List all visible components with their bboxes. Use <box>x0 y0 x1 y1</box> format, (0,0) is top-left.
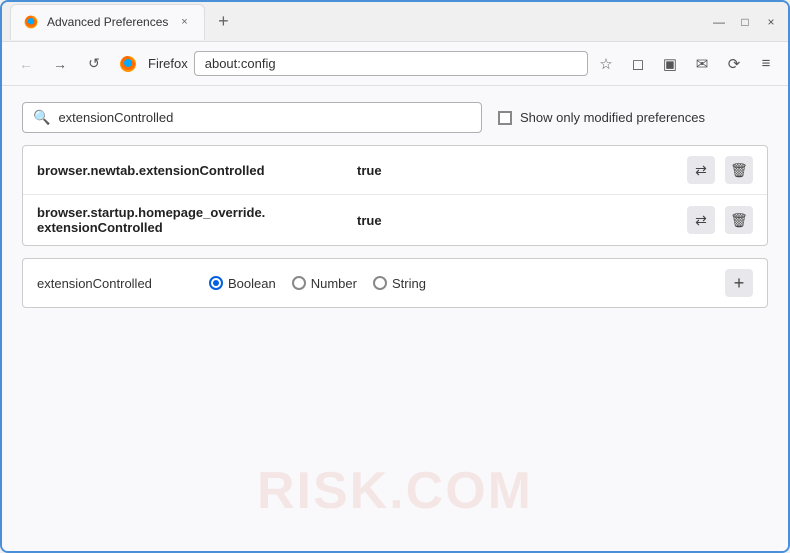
browser-name-label: Firefox <box>148 56 188 71</box>
tab-close-button[interactable]: × <box>176 14 192 30</box>
delete-button-1[interactable]: 🗑 <box>725 156 753 184</box>
address-bar-container <box>194 51 588 76</box>
table-row: browser.newtab.extensionControlled true … <box>23 146 767 195</box>
pref-value-1: true <box>357 163 677 178</box>
add-preference-row: extensionControlled Boolean Number Strin… <box>22 258 768 308</box>
radio-number-label: Number <box>311 276 357 291</box>
results-table: browser.newtab.extensionControlled true … <box>22 145 768 246</box>
browser-window: Advanced Preferences × + — □ × ← → ↺ Fir… <box>0 0 790 553</box>
show-modified-container: Show only modified preferences <box>498 110 705 125</box>
add-preference-button[interactable]: + <box>725 269 753 297</box>
navigation-bar: ← → ↺ Firefox ☆ ◻ ▣ ✉ ⟳ ≡ <box>2 42 788 86</box>
type-radio-group: Boolean Number String <box>209 276 713 291</box>
extension-icon[interactable]: ▣ <box>658 52 682 76</box>
maximize-button[interactable]: □ <box>736 13 754 31</box>
swap-button-1[interactable]: ⇄ <box>687 156 715 184</box>
tab-favicon-icon <box>23 14 39 30</box>
radio-string-label: String <box>392 276 426 291</box>
reload-button[interactable]: ↺ <box>80 50 108 78</box>
active-tab[interactable]: Advanced Preferences × <box>10 4 205 40</box>
compat-icon[interactable]: ⟳ <box>722 52 746 76</box>
watermark: RISK.COM <box>257 461 533 521</box>
pref-name-1: browser.newtab.extensionControlled <box>37 163 347 178</box>
radio-number[interactable]: Number <box>292 276 357 291</box>
row-1-actions: ⇄ 🗑 <box>687 156 753 184</box>
title-bar: Advanced Preferences × + — □ × <box>2 2 788 42</box>
tab-title: Advanced Preferences <box>47 15 168 29</box>
address-bar[interactable] <box>194 51 588 76</box>
pocket-icon[interactable]: ◻ <box>626 52 650 76</box>
radio-number-circle <box>292 276 306 290</box>
search-icon: 🔍 <box>33 109 50 126</box>
radio-boolean[interactable]: Boolean <box>209 276 276 291</box>
row-2-actions: ⇄ 🗑 <box>687 206 753 234</box>
radio-boolean-label: Boolean <box>228 276 276 291</box>
firefox-logo-icon <box>118 54 138 74</box>
search-box: 🔍 <box>22 102 482 133</box>
pref-value-2: true <box>357 213 677 228</box>
delete-button-2[interactable]: 🗑 <box>725 206 753 234</box>
back-button[interactable]: ← <box>12 50 40 78</box>
forward-button[interactable]: → <box>46 50 74 78</box>
table-row: browser.startup.homepage_override. exten… <box>23 195 767 245</box>
show-modified-label: Show only modified preferences <box>520 110 705 125</box>
radio-string-circle <box>373 276 387 290</box>
swap-button-2[interactable]: ⇄ <box>687 206 715 234</box>
new-pref-name: extensionControlled <box>37 276 197 291</box>
minimize-button[interactable]: — <box>710 13 728 31</box>
radio-string[interactable]: String <box>373 276 426 291</box>
show-modified-checkbox[interactable] <box>498 111 512 125</box>
pref-name-2: browser.startup.homepage_override. exten… <box>37 205 347 235</box>
menu-icon[interactable]: ≡ <box>754 52 778 76</box>
window-controls: — □ × <box>710 13 780 31</box>
bookmark-icon[interactable]: ☆ <box>594 52 618 76</box>
page-content: RISK.COM 🔍 Show only modified preference… <box>2 86 788 551</box>
search-input[interactable] <box>58 110 471 125</box>
nav-icons-group: ☆ ◻ ▣ ✉ ⟳ ≡ <box>594 52 778 76</box>
new-tab-button[interactable]: + <box>209 8 237 36</box>
radio-boolean-circle <box>209 276 223 290</box>
search-row: 🔍 Show only modified preferences <box>22 102 768 133</box>
reader-icon[interactable]: ✉ <box>690 52 714 76</box>
close-button[interactable]: × <box>762 13 780 31</box>
